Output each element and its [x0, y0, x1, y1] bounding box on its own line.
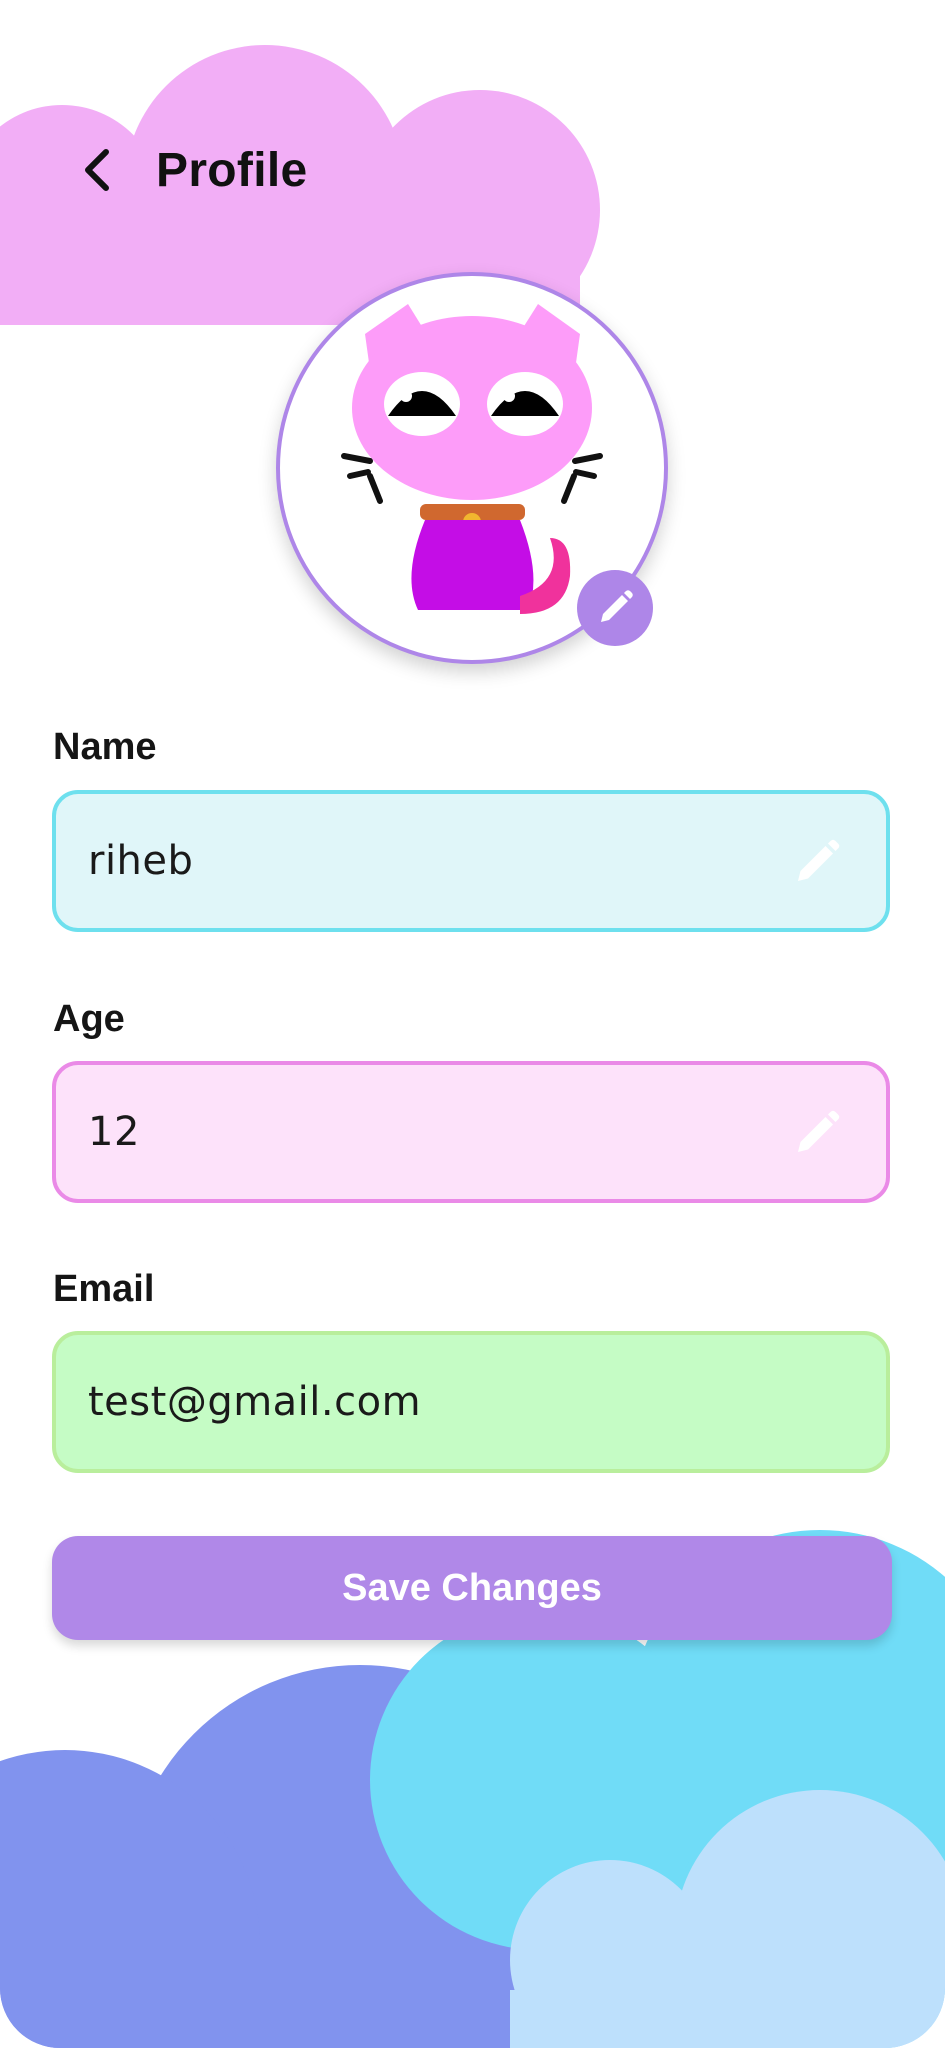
pencil-icon	[601, 590, 633, 622]
chevron-left-icon	[85, 149, 109, 191]
name-edit-button[interactable]	[790, 833, 846, 889]
save-changes-label: Save Changes	[342, 1566, 602, 1609]
name-field[interactable]: riheb	[52, 790, 890, 932]
avatar-container	[276, 272, 668, 664]
email-value[interactable]: test@gmail.com	[88, 1379, 846, 1425]
profile-screen: Profile Name riheb Age 12 Email test@gma…	[0, 0, 945, 2048]
age-field[interactable]: 12	[52, 1061, 890, 1203]
name-label: Name	[53, 726, 157, 768]
app-header: Profile	[80, 130, 307, 210]
email-label: Email	[53, 1268, 155, 1310]
age-value[interactable]: 12	[88, 1109, 790, 1155]
email-field[interactable]: test@gmail.com	[52, 1331, 890, 1473]
save-changes-button[interactable]: Save Changes	[52, 1536, 892, 1640]
pencil-icon	[798, 839, 840, 881]
pencil-icon	[798, 1110, 840, 1152]
age-label: Age	[53, 998, 125, 1040]
back-button[interactable]	[80, 135, 140, 205]
avatar-edit-button[interactable]	[577, 570, 653, 646]
page-title: Profile	[156, 143, 308, 197]
age-edit-button[interactable]	[790, 1104, 846, 1160]
name-value[interactable]: riheb	[88, 838, 790, 884]
